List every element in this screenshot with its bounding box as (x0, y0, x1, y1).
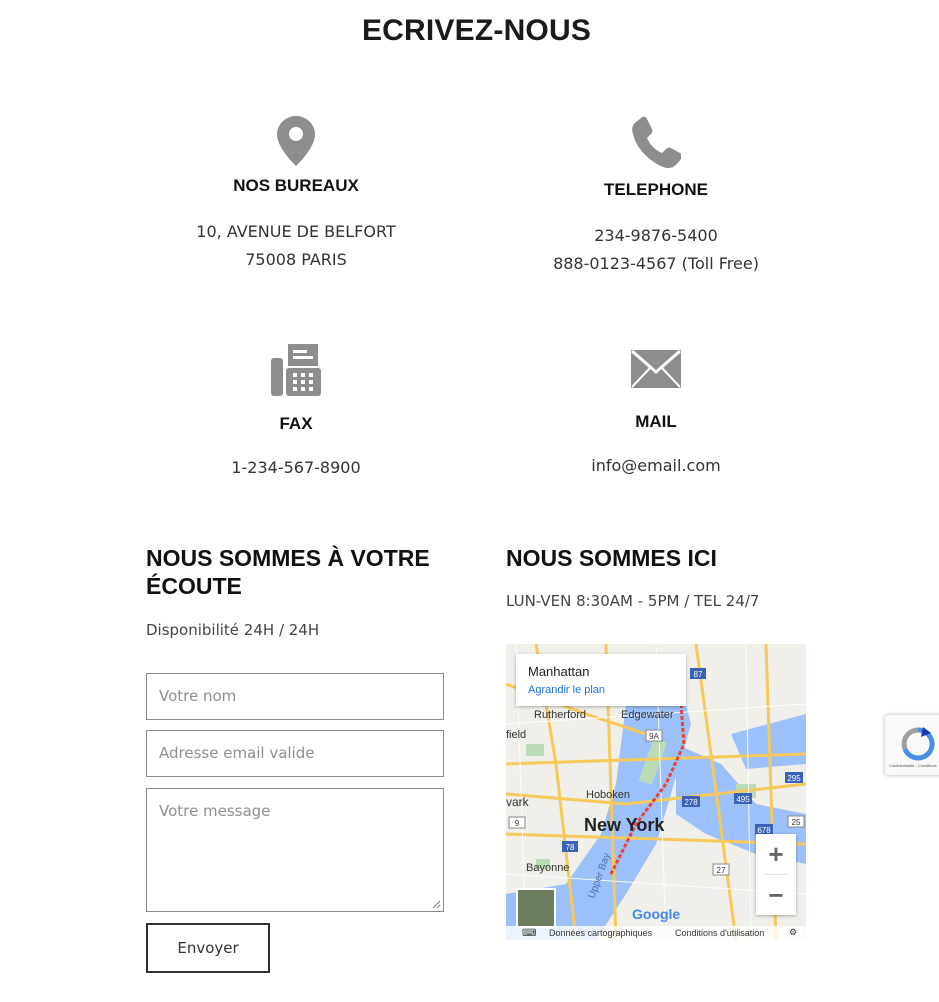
message-textarea[interactable]: Votre message (146, 788, 444, 912)
contact-form-title: NOUS SOMMES À VOTRE ÉCOUTE (146, 544, 430, 600)
contact-form-title-line-1: NOUS SOMMES À VOTRE (146, 545, 430, 571)
map-pin-icon (277, 116, 315, 166)
send-button[interactable]: Envoyer (146, 923, 270, 973)
message-placeholder: Votre message (159, 802, 271, 820)
recaptcha-icon (901, 727, 935, 761)
name-input[interactable]: Votre nom (146, 673, 444, 720)
card-title: MAIL (635, 412, 677, 431)
map-place-card: Manhattan Agrandir le plan (516, 654, 686, 706)
location-hours: LUN-VEN 8:30AM - 5PM / TEL 24/7 (506, 592, 760, 610)
card-offices: NOS BUREAUX 10, AVENUE DE BELFORT 75008 … (136, 116, 456, 274)
svg-text:295: 295 (787, 774, 801, 783)
svg-text:495: 495 (736, 795, 750, 804)
recaptcha-text[interactable]: Confidentialité - Conditions (889, 763, 937, 768)
name-placeholder: Votre nom (159, 687, 237, 705)
report-icon[interactable]: ⚙ (789, 927, 797, 938)
svg-text:New York: New York (584, 815, 665, 835)
svg-text:field: field (506, 729, 526, 741)
svg-text:9: 9 (515, 819, 520, 828)
map-footer: ⌨ Données cartographiques Conditions d'u… (506, 926, 806, 940)
phone-line-1: 234-9876-5400 (594, 226, 718, 245)
contact-form-title-line-2: ÉCOUTE (146, 573, 242, 599)
map-enlarge-link[interactable]: Agrandir le plan (528, 684, 605, 696)
phone-icon (632, 116, 681, 168)
map-zoom-controls: + − (756, 834, 796, 915)
map-data-link[interactable]: Données cartographiques (549, 928, 652, 938)
resize-handle-icon[interactable] (432, 900, 441, 909)
location-title: NOUS SOMMES ICI (506, 545, 717, 571)
svg-text:Edgewater: Edgewater (621, 709, 674, 721)
card-title: NOS BUREAUX (233, 176, 359, 195)
svg-text:Rutherford: Rutherford (534, 709, 586, 721)
svg-text:87: 87 (694, 670, 703, 679)
fax-number: 1-234-567-8900 (231, 458, 361, 477)
svg-text:vark: vark (506, 795, 530, 809)
svg-text:Hoboken: Hoboken (586, 789, 630, 801)
zoom-out-button[interactable]: − (756, 875, 796, 915)
phone-line-2: 888-0123-4567 (Toll Free) (553, 254, 759, 273)
map-embed[interactable]: Rutherford Edgewater field Hoboken vark … (506, 644, 806, 940)
card-phone: TELEPHONE 234-9876-5400 888-0123-4567 (T… (496, 116, 816, 278)
svg-text:278: 278 (684, 798, 698, 807)
envelope-icon (631, 350, 681, 388)
email-address[interactable]: info@email.com (496, 452, 816, 480)
card-mail: MAIL info@email.com (496, 350, 816, 480)
zoom-in-button[interactable]: + (756, 834, 796, 874)
card-fax: FAX 1-234-567-8900 (136, 344, 456, 482)
map-terms-link[interactable]: Conditions d'utilisation (675, 928, 764, 938)
svg-text:78: 78 (566, 843, 575, 852)
recaptcha-badge[interactable]: Confidentialité - Conditions (885, 715, 939, 775)
card-title: TELEPHONE (604, 180, 708, 199)
google-logo: Google (632, 906, 681, 922)
card-title: FAX (279, 414, 313, 433)
page-title: ECRIVEZ-NOUS (361, 14, 592, 47)
svg-text:27: 27 (717, 866, 726, 875)
address-line-1: 10, AVENUE DE BELFORT (196, 222, 396, 241)
svg-text:9A: 9A (649, 732, 659, 741)
svg-text:Bayonne: Bayonne (526, 862, 569, 874)
contact-form-subtitle: Disponibilité 24H / 24H (146, 621, 320, 639)
map-place-name: Manhattan (528, 664, 590, 679)
keyboard-icon[interactable]: ⌨ (522, 928, 536, 939)
email-input[interactable]: Adresse email valide (146, 730, 444, 777)
address-line-2: 75008 PARIS (245, 250, 347, 269)
satellite-toggle[interactable] (516, 888, 556, 928)
email-placeholder: Adresse email valide (159, 744, 315, 762)
svg-text:25: 25 (792, 818, 801, 827)
fax-icon (271, 344, 321, 396)
